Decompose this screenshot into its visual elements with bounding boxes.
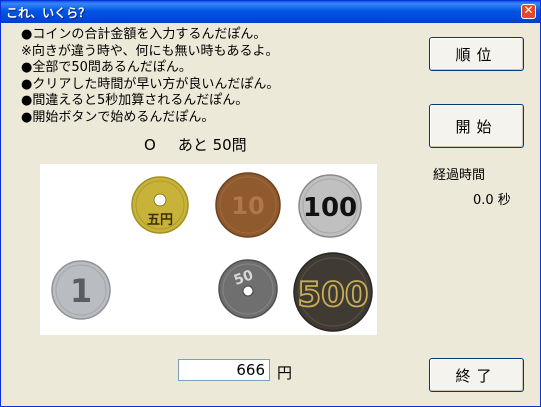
close-button[interactable]: ✕ [521, 3, 536, 19]
instructions-list: ●コインの合計金額を入力するんだぽん。 ※向きが違う時や、何にも無い時もあるよ。… [21, 27, 279, 126]
elapsed-time-value: 0.0 秒 [473, 193, 511, 208]
amount-input[interactable] [178, 359, 270, 381]
coin-5-yen: 五円 [131, 176, 189, 234]
quit-button[interactable]: 終了 [429, 358, 524, 392]
coin-500-yen-label: 500 [298, 275, 369, 315]
instruction-line: ●間違えると5秒加算されるんだぽん。 [21, 93, 249, 108]
status-line: O あと 50問 [144, 134, 247, 155]
coin-100-yen: 100 [298, 174, 362, 238]
coin-50-yen: 50 [218, 259, 278, 319]
game-window: これ、いくら？ ✕ ●コインの合計金額を入力するんだぽん。 ※向きが違う時や、何… [0, 0, 541, 407]
coin-1-yen-label: 1 [70, 272, 92, 310]
instruction-line: ※向きが違う時や、何にも無い時もあるよ。 [21, 43, 279, 59]
remaining-questions: あと 50問 [177, 136, 247, 154]
coin-5-yen-label: 五円 [147, 213, 173, 228]
coin-panel: 五円 10 100 1 50 500 [40, 164, 377, 335]
elapsed-time-label: 経過時間 [433, 168, 486, 183]
rank-button[interactable]: 順位 [429, 37, 524, 71]
coin-100-yen-label: 100 [303, 193, 357, 223]
title-bar[interactable]: これ、いくら？ ✕ [1, 1, 540, 23]
instruction-line: ●開始ボタンで始めるんだぽん。 [21, 109, 215, 125]
instruction-line: ●全部で50問あるんだぽん。 [21, 60, 192, 75]
close-icon: ✕ [523, 3, 534, 17]
start-button[interactable]: 開始 [429, 104, 524, 148]
instruction-line: ●コインの合計金額を入力するんだぽん。 [21, 27, 267, 42]
coin-1-yen: 1 [51, 260, 111, 320]
coin-500-yen: 500 [293, 252, 373, 332]
window-title: これ、いくら？ [6, 6, 91, 20]
coin-10-yen-label: 10 [231, 192, 264, 220]
yen-unit-label: 円 [277, 364, 293, 382]
result-mark: O [144, 136, 156, 154]
coin-10-yen: 10 [215, 172, 281, 238]
instruction-line: ●クリアした時間が早い方が良いんだぽん。 [21, 76, 280, 92]
